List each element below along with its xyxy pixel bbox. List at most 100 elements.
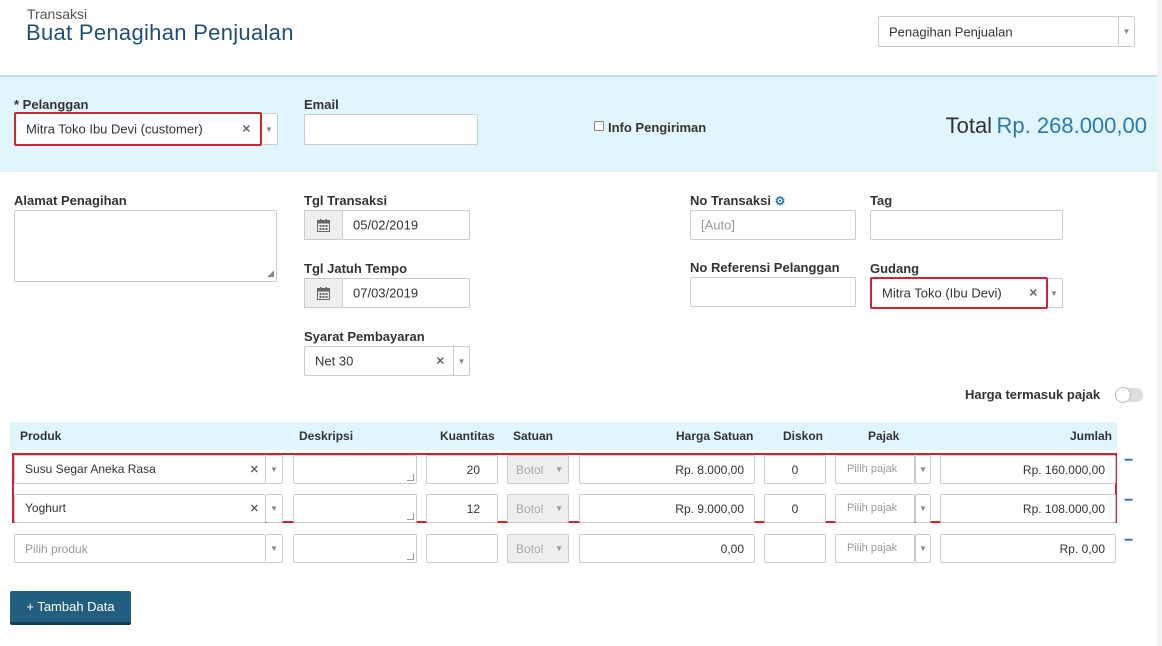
clear-icon[interactable]: ✕ (1029, 287, 1038, 300)
amount-input[interactable]: Rp. 108.000,00 (940, 494, 1116, 523)
unit-price-input[interactable]: Rp. 9.000,00 (579, 494, 755, 523)
clear-icon[interactable]: ✕ (242, 123, 251, 136)
unit-price-value: 0,00 (720, 541, 744, 556)
customer-dropdown-toggle[interactable]: ▼ (262, 113, 278, 145)
unit-select: Botol ▼ (507, 534, 569, 563)
col-product: Produk (20, 429, 62, 443)
description-textarea[interactable] (293, 494, 417, 523)
unit-value: Botol (516, 542, 544, 556)
customer-value: Mitra Toko Ibu Devi (customer) (26, 121, 203, 137)
warehouse-dropdown-toggle[interactable]: ▼ (1048, 278, 1063, 308)
resize-handle-icon[interactable] (407, 553, 414, 560)
remove-row-icon[interactable]: − (1124, 492, 1133, 510)
total-value: Rp. 268.000,00 (996, 113, 1147, 138)
tax-inclusive-label: Harga termasuk pajak (965, 387, 1101, 402)
col-tax: Pajak (868, 429, 900, 443)
shipping-info-checkbox[interactable] (594, 121, 604, 131)
calendar-icon[interactable] (304, 278, 342, 308)
quantity-input[interactable]: 20 (426, 455, 498, 484)
due-date-label: Tgl Jatuh Tempo (304, 261, 408, 276)
discount-input[interactable] (764, 534, 826, 563)
tax-select[interactable]: Pilih pajak (835, 494, 915, 523)
customer-select[interactable]: Mitra Toko Ibu Devi (customer) ✕ (14, 112, 262, 146)
gear-icon[interactable]: ⚙ (775, 194, 786, 208)
chevron-down-icon[interactable]: ▼ (266, 534, 283, 563)
product-value: Susu Segar Aneka Rasa (25, 462, 156, 476)
scrollbar[interactable] (1157, 0, 1162, 646)
transaction-date-label: Tgl Transaksi (304, 193, 388, 208)
chevron-down-icon: ▼ (1050, 288, 1058, 298)
unit-price-input[interactable]: Rp. 8.000,00 (579, 455, 755, 484)
chevron-down-icon: ▼ (555, 504, 563, 513)
chevron-down-icon[interactable]: ▼ (915, 534, 931, 563)
transaction-date-input[interactable]: 05/02/2019 (342, 210, 470, 240)
discount-value: 0 (791, 462, 799, 477)
transaction-type-value: Penagihan Penjualan (889, 24, 1013, 39)
page-title: Buat Penagihan Penjualan (26, 20, 294, 45)
add-row-button[interactable]: + Tambah Data (10, 591, 131, 625)
clear-icon[interactable]: ✕ (436, 355, 445, 368)
resize-handle-icon[interactable] (407, 474, 414, 481)
description-textarea[interactable] (293, 534, 417, 563)
amount-value: Rp. 0,00 (1059, 541, 1105, 556)
clear-icon[interactable]: ✕ (250, 502, 259, 515)
amount-input[interactable]: Rp. 0,00 (940, 534, 1116, 563)
tax-select[interactable]: Pilih pajak (835, 534, 915, 563)
unit-select: Botol ▼ (507, 494, 569, 523)
chevron-down-icon[interactable]: ▼ (915, 494, 931, 523)
resize-handle-icon[interactable]: ◢ (267, 268, 274, 279)
description-textarea[interactable] (293, 455, 417, 484)
amount-input[interactable]: Rp. 160.000,00 (940, 455, 1116, 484)
total-label: Total (945, 113, 993, 138)
discount-input[interactable]: 0 (764, 494, 826, 523)
toggle-knob (1115, 387, 1131, 403)
col-unit-price: Harga Satuan (676, 429, 754, 443)
due-date-input[interactable]: 07/03/2019 (342, 278, 470, 308)
transaction-no-label-text: No Transaksi (690, 193, 771, 208)
col-description: Deskripsi (299, 429, 354, 443)
remove-row-icon[interactable]: − (1124, 532, 1133, 550)
discount-input[interactable]: 0 (764, 455, 826, 484)
clear-icon[interactable]: ✕ (250, 463, 259, 476)
customer-label: * Pelanggan (14, 97, 89, 112)
unit-select: Botol ▼ (507, 455, 569, 484)
unit-price-value: Rp. 8.000,00 (675, 462, 744, 477)
product-select[interactable]: Pilih produk (14, 534, 266, 563)
table-header: Produk Deskripsi Kuantitas Satuan Harga … (10, 422, 1117, 450)
warehouse-value: Mitra Toko (Ibu Devi) (882, 285, 1002, 301)
remove-row-icon[interactable]: − (1124, 452, 1133, 470)
warehouse-select[interactable]: Mitra Toko (Ibu Devi) ✕ (870, 277, 1048, 309)
unit-price-value: Rp. 9.000,00 (675, 501, 744, 516)
discount-value: 0 (791, 501, 799, 516)
transaction-no-label: No Transaksi ⚙ (690, 193, 785, 208)
col-amount: Jumlah (1070, 429, 1113, 443)
billing-address-textarea[interactable]: ◢ (14, 210, 277, 282)
tax-inclusive-toggle[interactable] (1115, 387, 1143, 403)
product-value: Yoghurt (25, 501, 66, 515)
transaction-no-input[interactable]: [Auto] (690, 210, 856, 240)
product-select[interactable]: Susu Segar Aneka Rasa ✕ (14, 455, 266, 484)
calendar-icon[interactable] (304, 210, 342, 240)
product-select[interactable]: Yoghurt ✕ (14, 494, 266, 523)
email-field[interactable] (304, 114, 478, 145)
quantity-input[interactable] (426, 534, 498, 563)
transaction-type-select[interactable]: Penagihan Penjualan ▼ (878, 16, 1135, 47)
payment-terms-select[interactable]: Net 30 ✕ ▼ (304, 346, 470, 376)
resize-handle-icon[interactable] (407, 513, 414, 520)
quantity-input[interactable]: 12 (426, 494, 498, 523)
transaction-date-value: 05/02/2019 (353, 217, 419, 233)
customer-ref-label: No Referensi Pelanggan (690, 260, 840, 275)
unit-price-input[interactable]: 0,00 (579, 534, 755, 563)
tag-input[interactable] (870, 210, 1063, 240)
chevron-down-icon[interactable]: ▼ (915, 455, 931, 484)
chevron-down-icon: ▼ (453, 347, 469, 375)
chevron-down-icon[interactable]: ▼ (266, 455, 283, 484)
chevron-down-icon: ▼ (1118, 17, 1134, 46)
amount-value: Rp. 160.000,00 (1022, 462, 1105, 477)
unit-value: Botol (516, 502, 544, 516)
shipping-info-label[interactable]: Info Pengiriman (608, 120, 706, 135)
due-date-value: 07/03/2019 (353, 285, 419, 301)
customer-ref-input[interactable] (690, 277, 856, 307)
chevron-down-icon[interactable]: ▼ (266, 494, 283, 523)
tax-select[interactable]: Pilih pajak (835, 455, 915, 484)
